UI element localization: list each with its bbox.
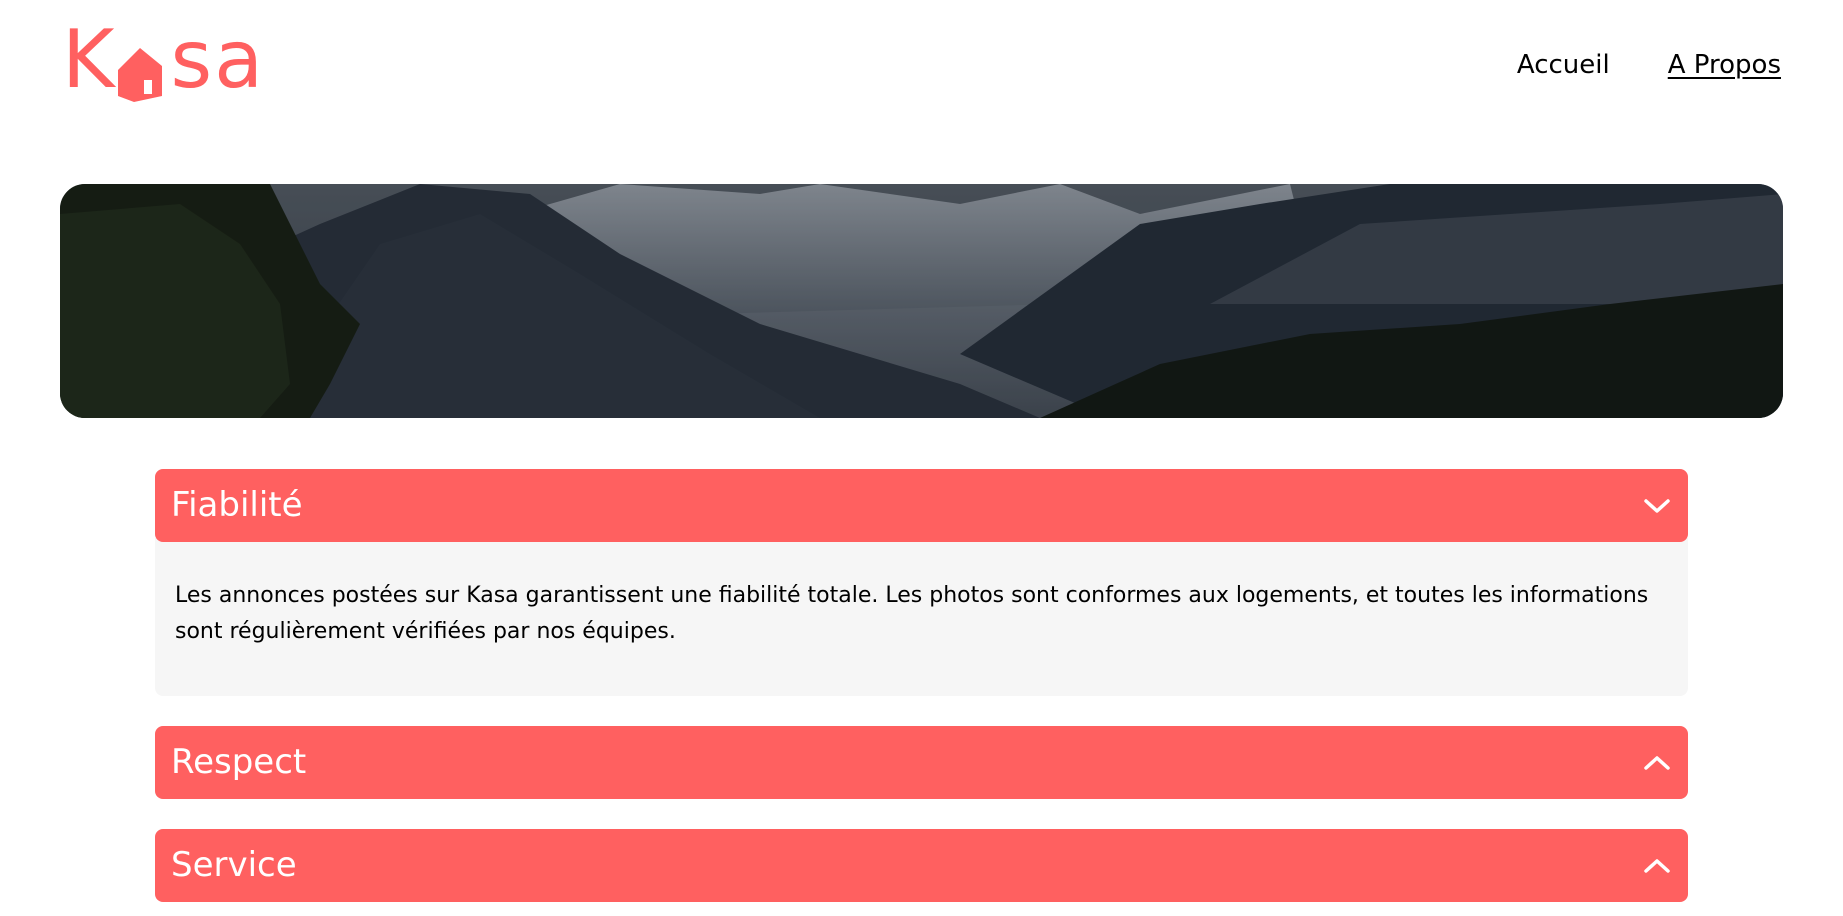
main-nav: Accueil A Propos xyxy=(1517,46,1781,84)
collapse-header-fiabilite[interactable]: Fiabilité xyxy=(155,469,1688,542)
chevron-up-icon[interactable] xyxy=(1642,748,1672,778)
house-icon xyxy=(114,35,166,102)
collapse-title: Respect xyxy=(171,742,307,782)
nav-link-accueil[interactable]: Accueil xyxy=(1517,46,1610,84)
logo-letter-k: K xyxy=(62,13,114,106)
about-banner-image xyxy=(60,184,1783,418)
collapse-body-fiabilite: Les annonces postées sur Kasa garantisse… xyxy=(155,538,1688,696)
about-page: K sa Accueil A Propos Fiabilité Les anno… xyxy=(0,0,1843,916)
logo-letters-sa: sa xyxy=(170,13,266,106)
kasa-logo[interactable]: K sa xyxy=(62,13,266,106)
chevron-down-icon[interactable] xyxy=(1642,491,1672,521)
collapse-respect: Respect xyxy=(155,726,1688,799)
collapse-service: Service xyxy=(155,829,1688,902)
chevron-up-icon[interactable] xyxy=(1642,851,1672,881)
nav-link-a-propos[interactable]: A Propos xyxy=(1668,46,1781,84)
collapse-title: Fiabilité xyxy=(171,485,303,525)
collapse-fiabilite: Fiabilité Les annonces postées sur Kasa … xyxy=(155,469,1688,696)
collapse-title: Service xyxy=(171,845,297,885)
collapse-content: Les annonces postées sur Kasa garantisse… xyxy=(175,583,1649,644)
collapse-header-respect[interactable]: Respect xyxy=(155,726,1688,799)
collapse-header-service[interactable]: Service xyxy=(155,829,1688,902)
header: K sa Accueil A Propos xyxy=(0,0,1843,140)
values-collapse-list: Fiabilité Les annonces postées sur Kasa … xyxy=(155,469,1688,916)
